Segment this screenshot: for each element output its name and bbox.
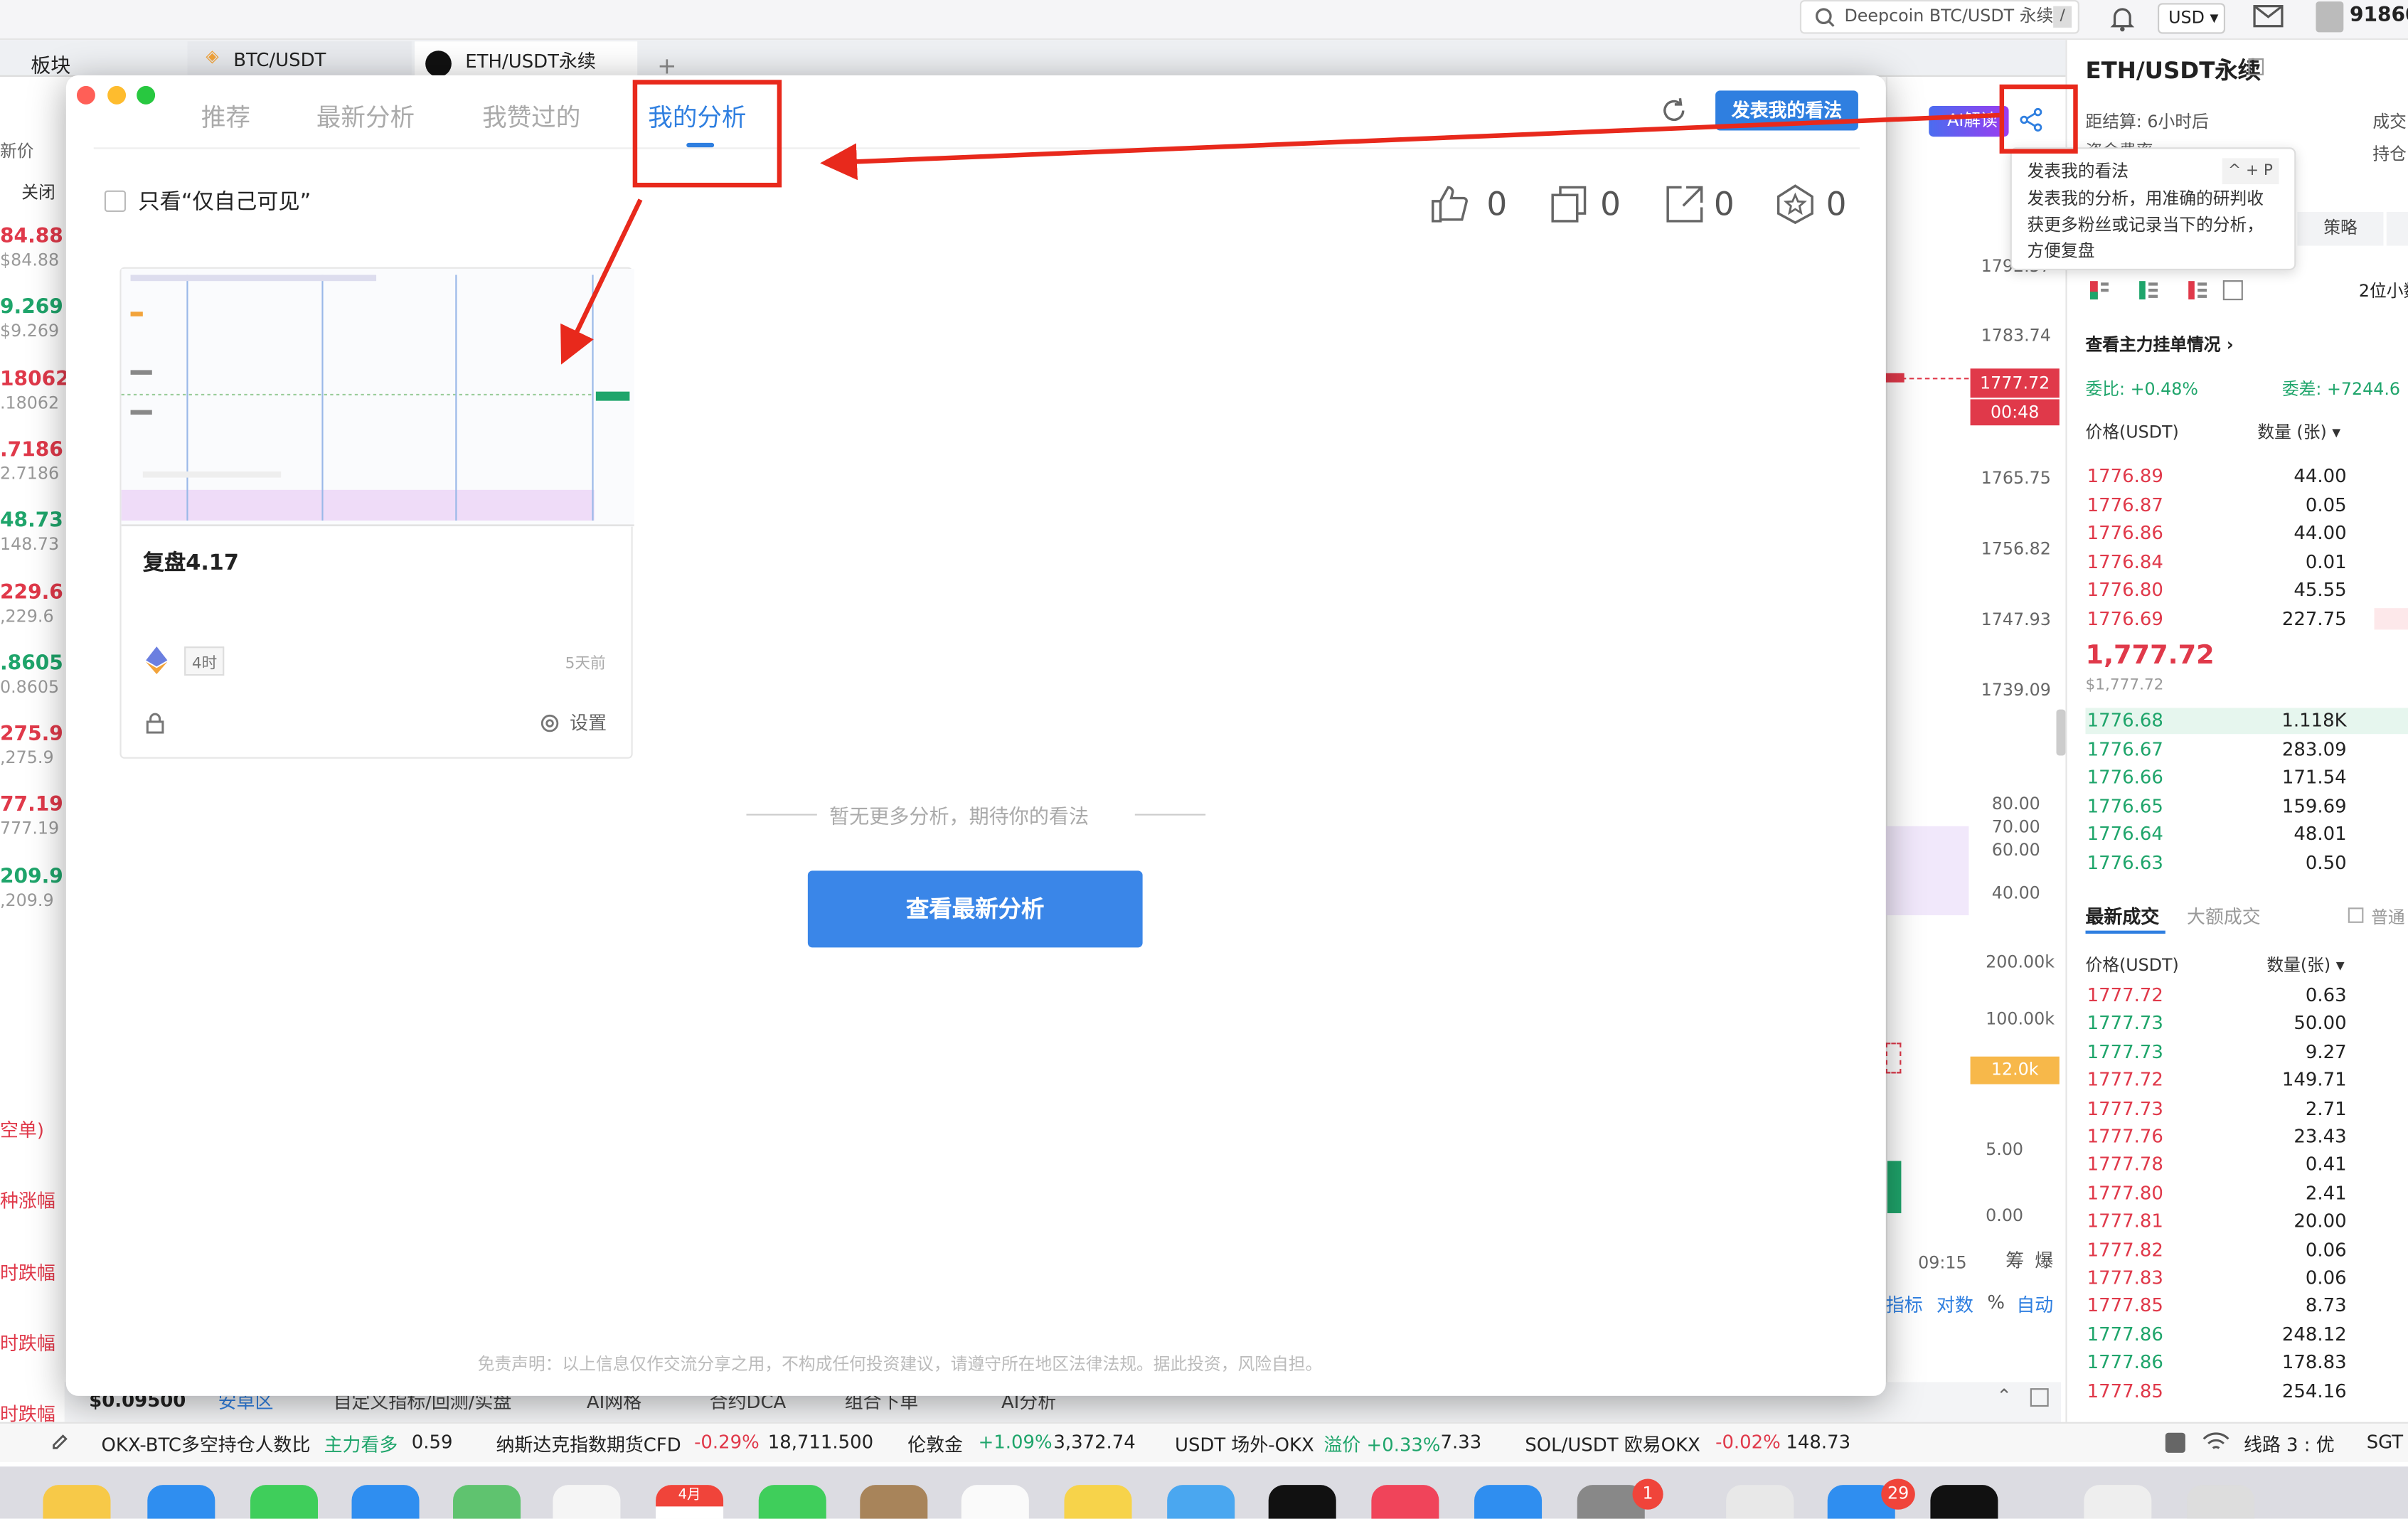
bottom-ticker: OKX-BTC多空持仓人数比 主力看多 0.59 纳斯达克指数期货CFD -0.… (0, 1422, 2408, 1462)
ticker-item4-label[interactable]: USDT 场外-OKX (1175, 1432, 1314, 1458)
ticker-item3-value: 3,372.74 (1053, 1431, 1136, 1453)
photos-icon[interactable] (553, 1485, 621, 1519)
stickies-icon[interactable] (1064, 1485, 1132, 1519)
ticker-item1-label[interactable]: OKX-BTC多空持仓人数比 (102, 1432, 311, 1458)
ticker-item4-change: 溢价 +0.33% (1323, 1434, 1441, 1456)
ticker-item1-tag: 主力看多 (324, 1434, 398, 1456)
ticker-item4-value: 7.33 (1440, 1431, 1482, 1453)
chrome-icon[interactable] (1726, 1485, 1794, 1519)
preview-icon[interactable] (1167, 1485, 1235, 1519)
calendar-month: 4月 (656, 1485, 724, 1507)
document-icon[interactable] (2084, 1485, 2152, 1519)
notes-app-icon[interactable] (860, 1485, 928, 1519)
ticker-item2-change: -0.29% (694, 1431, 760, 1453)
maps-icon[interactable] (453, 1485, 521, 1519)
edit-icon[interactable] (50, 1433, 69, 1451)
annotation-arrows (560, 112, 2000, 365)
line-status[interactable]: 线路 3 : 优 (2244, 1432, 2335, 1458)
ticker-item2-value: 18,711.500 (767, 1431, 874, 1453)
ticker-item5-label[interactable]: SOL/USDT 欧易OKX (1525, 1432, 1700, 1458)
ticker-item5-value: 148.73 (1786, 1431, 1851, 1453)
chat-badge: 29 (1881, 1478, 1915, 1510)
timezone-label[interactable]: SGT (2367, 1432, 2403, 1453)
help-icon[interactable] (2165, 1432, 2185, 1453)
ticker-item3-change: +1.09% (978, 1431, 1053, 1453)
ticker-item5-change: -0.02% (1715, 1431, 1781, 1453)
ticker-item3-label[interactable]: 伦敦金 (907, 1432, 963, 1458)
trash-icon[interactable] (2187, 1485, 2255, 1519)
messages-icon[interactable] (250, 1485, 319, 1519)
wifi-icon (2202, 1432, 2229, 1449)
macos-dock: 4月 1 29 (0, 1466, 2408, 1519)
music-icon[interactable] (1371, 1485, 1439, 1519)
facetime-icon[interactable] (758, 1485, 826, 1519)
appletv-icon[interactable] (1268, 1485, 1336, 1519)
appstore-icon[interactable] (1474, 1485, 1543, 1519)
ticker-item1-value: 0.59 (411, 1431, 453, 1453)
launchpad-icon[interactable] (43, 1485, 111, 1519)
ticker-item2-label[interactable]: 纳斯达克指数期货CFD (496, 1432, 681, 1458)
tiktok-icon[interactable] (1930, 1485, 1998, 1519)
mail-app-icon[interactable] (351, 1485, 420, 1519)
settings-badge: 1 (1632, 1478, 1663, 1510)
reminders-icon[interactable] (961, 1485, 1029, 1519)
calendar-icon[interactable]: 4月 (656, 1485, 724, 1519)
safari-icon[interactable] (147, 1485, 215, 1519)
